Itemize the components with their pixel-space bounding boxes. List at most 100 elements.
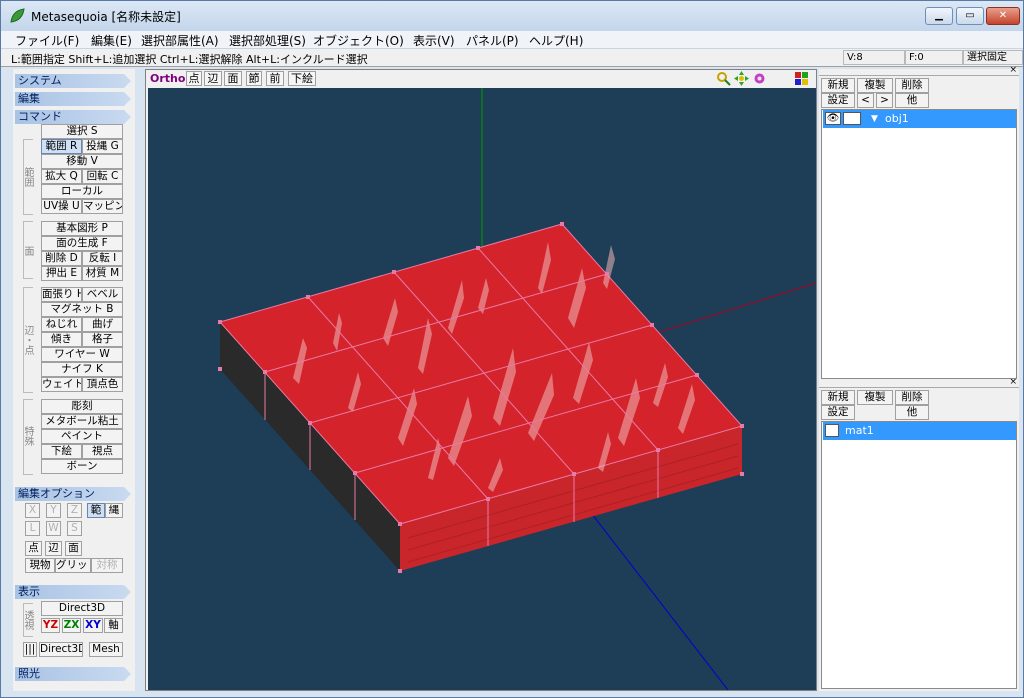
object-new-button[interactable]: 新規 — [821, 78, 855, 93]
metaball-button[interactable]: メタボール粘土 — [41, 414, 123, 429]
view-xy-button[interactable]: XY — [83, 618, 103, 633]
menu-file[interactable]: ファイル(F) — [15, 32, 79, 49]
knife-button[interactable]: ナイフ K — [41, 362, 123, 377]
face-toggle[interactable]: 面 — [65, 541, 82, 556]
zoom-icon[interactable] — [716, 71, 731, 86]
flip-button[interactable]: 反転 I — [82, 251, 123, 266]
view-joint-button[interactable]: 節 — [246, 71, 262, 86]
split-view-button[interactable]: ||| — [23, 642, 37, 657]
w-toggle[interactable]: W — [46, 521, 61, 536]
basic-shape-button[interactable]: 基本図形 P — [41, 221, 123, 236]
point-toggle[interactable]: 点 — [25, 541, 42, 556]
object-settings-button[interactable]: 設定 — [821, 93, 855, 108]
material-new-button[interactable]: 新規 — [821, 390, 855, 405]
grid-button[interactable]: グリッド — [55, 558, 91, 573]
axis-z-toggle[interactable]: Z — [67, 503, 82, 518]
minimize-button[interactable]: ▁ — [925, 7, 953, 25]
lasso-button[interactable]: 投縄 G — [82, 139, 123, 154]
tilt-button[interactable]: 傾き — [41, 332, 82, 347]
symmetry-button[interactable]: 対称 — [91, 558, 123, 573]
material-settings-button[interactable]: 設定 — [821, 405, 855, 420]
range-button[interactable]: 範囲 R — [41, 139, 82, 154]
bevel-button[interactable]: ベベル — [82, 287, 123, 302]
ortho-toggle[interactable]: Ortho — [150, 72, 185, 85]
twist-button[interactable]: ねじれ — [41, 317, 82, 332]
eye-icon[interactable]: 👁 — [825, 112, 841, 125]
maximize-button[interactable]: ▭ — [956, 7, 984, 25]
axis-x-toggle[interactable]: X — [25, 503, 40, 518]
menu-panel[interactable]: パネル(P) — [466, 32, 519, 49]
menu-selection-attr[interactable]: 選択部属性(A) — [141, 32, 219, 49]
face-gen-button[interactable]: 面の生成 F — [41, 236, 123, 251]
scene-canvas[interactable] — [148, 88, 816, 690]
section-edit-option[interactable]: 編集オプション — [15, 487, 131, 501]
l-toggle[interactable]: L — [25, 521, 40, 536]
object-delete-button[interactable]: 削除 — [895, 78, 929, 93]
selection-lock-button[interactable]: 選択固定 — [963, 50, 1023, 65]
material-other-button[interactable]: 他 — [895, 405, 929, 420]
material-copy-button[interactable]: 複製 — [857, 390, 893, 405]
object-next-button[interactable]: > — [876, 93, 893, 108]
section-system[interactable]: システム — [15, 74, 131, 88]
magnet-button[interactable]: マグネット B — [41, 302, 123, 317]
object-copy-button[interactable]: 複製 — [857, 78, 893, 93]
color-palette-icon[interactable] — [794, 71, 809, 86]
mapping-button[interactable]: マッピング — [82, 199, 123, 214]
3d-viewport[interactable] — [148, 88, 816, 690]
menu-selection-process[interactable]: 選択部処理(S) — [229, 32, 306, 49]
section-display[interactable]: 表示 — [15, 585, 131, 599]
menu-object[interactable]: オブジェクト(O) — [313, 32, 404, 49]
section-command[interactable]: コマンド — [15, 110, 131, 124]
paint-button[interactable]: ペイント — [41, 429, 123, 444]
close-icon[interactable]: × — [1009, 65, 1017, 75]
close-icon[interactable]: × — [1009, 377, 1017, 387]
menu-edit[interactable]: 編集(E) — [91, 32, 132, 49]
axis-y-toggle[interactable]: Y — [46, 503, 61, 518]
sculpt-button[interactable]: 彫刻 — [41, 399, 123, 414]
wire-button[interactable]: ワイヤー W — [41, 347, 123, 362]
section-light[interactable]: 照光 — [15, 667, 131, 681]
bone-button[interactable]: ボーン — [41, 459, 123, 474]
current-button[interactable]: 現物 — [25, 558, 55, 573]
pan-icon[interactable] — [734, 71, 749, 86]
mesh-button[interactable]: Mesh — [89, 642, 123, 657]
lattice-button[interactable]: 格子 — [82, 332, 123, 347]
object-row[interactable]: 👁 ▼ obj1 — [823, 110, 1016, 128]
local-button[interactable]: ローカル — [41, 184, 123, 199]
view-front-button[interactable]: 前 — [266, 71, 284, 86]
direct3d-render-button[interactable]: Direct3D — [39, 642, 83, 657]
expand-icon[interactable]: ▼ — [871, 110, 878, 128]
view-edge-button[interactable]: 辺 — [204, 71, 222, 86]
rotate-button[interactable]: 回転 C — [82, 169, 123, 184]
underlay-button[interactable]: 下絵 — [41, 444, 82, 459]
rotate-view-icon[interactable] — [752, 71, 767, 86]
extrude-button[interactable]: 押出 E — [41, 266, 82, 281]
vertex-color-button[interactable]: 頂点色 — [82, 377, 123, 392]
object-prev-button[interactable]: < — [857, 93, 874, 108]
lasso-toggle[interactable]: 縄 — [105, 503, 123, 518]
material-delete-button[interactable]: 削除 — [895, 390, 929, 405]
s-toggle[interactable]: S — [67, 521, 82, 536]
view-underlay-button[interactable]: 下絵 — [288, 71, 316, 86]
object-other-button[interactable]: 他 — [895, 93, 929, 108]
menu-help[interactable]: ヘルプ(H) — [529, 32, 583, 49]
select-button[interactable]: 選択 S — [41, 124, 123, 139]
view-yz-button[interactable]: YZ — [41, 618, 60, 633]
delete-button[interactable]: 削除 D — [41, 251, 82, 266]
scale-button[interactable]: 拡大 Q — [41, 169, 82, 184]
axis-button[interactable]: 軸 — [104, 618, 123, 633]
view-face-button[interactable]: 面 — [224, 71, 242, 86]
face-stretch-button[interactable]: 面張り H — [41, 287, 82, 302]
material-row[interactable]: mat1 — [823, 422, 1016, 440]
lock-toggle[interactable] — [843, 112, 861, 125]
uv-button[interactable]: UV操 U — [41, 199, 82, 214]
move-button[interactable]: 移動 V — [41, 154, 123, 169]
bend-button[interactable]: 曲げ — [82, 317, 123, 332]
view-point-button[interactable]: 点 — [186, 71, 202, 86]
material-button[interactable]: 材質 M — [82, 266, 123, 281]
view-zx-button[interactable]: ZX — [62, 618, 81, 633]
weight-button[interactable]: ウェイト — [41, 377, 82, 392]
direct3d-button[interactable]: Direct3D — [41, 601, 123, 616]
menu-view[interactable]: 表示(V) — [413, 32, 455, 49]
range-toggle[interactable]: 範 — [87, 503, 105, 518]
